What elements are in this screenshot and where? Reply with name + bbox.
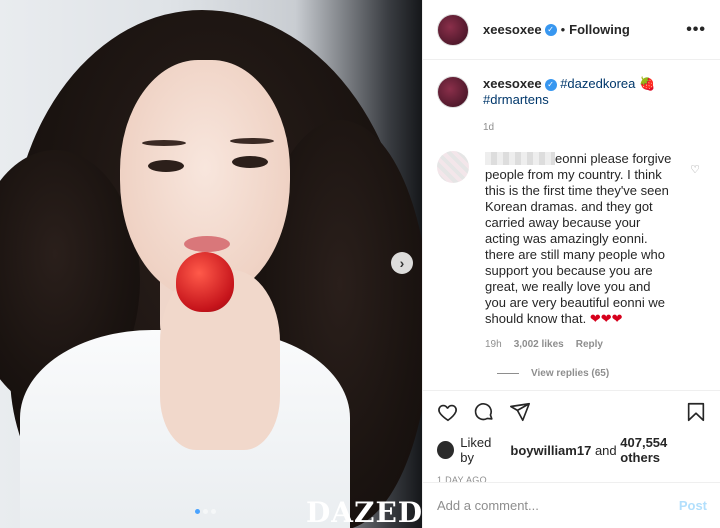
more-options-icon[interactable]: ••• xyxy=(686,21,706,39)
save-bookmark-icon[interactable] xyxy=(685,401,707,426)
liker-username[interactable]: boywilliam17 xyxy=(510,443,591,458)
caption: xeesoxee ✓ #dazedkorea 🍓 #drmartens xyxy=(437,76,706,108)
comment-input[interactable]: Add a comment... xyxy=(437,498,539,513)
carousel-next-button[interactable]: › xyxy=(391,252,413,274)
like-heart-icon[interactable] xyxy=(437,401,459,426)
hashtag-link[interactable]: #dazedkorea xyxy=(560,76,635,91)
magazine-watermark: DAZED xyxy=(306,496,422,528)
liked-by-prefix: Liked by xyxy=(460,435,492,465)
commenter-username-blurred[interactable] xyxy=(485,152,555,165)
verified-badge-icon: ✓ xyxy=(544,79,557,91)
comment-meta: 19h 3,002 likes Reply xyxy=(485,339,706,350)
action-icons xyxy=(437,401,707,425)
comments-area: xeesoxee ✓ #dazedkorea 🍓 #drmartens 1d eo… xyxy=(423,60,720,379)
caption-text: xeesoxee ✓ #dazedkorea 🍓 #drmartens xyxy=(483,76,655,108)
comment-bubble-icon[interactable] xyxy=(473,401,495,426)
share-paper-plane-icon[interactable] xyxy=(509,401,531,426)
caption-author-avatar[interactable] xyxy=(437,76,469,108)
verified-badge-icon: ✓ xyxy=(544,23,557,36)
photo-eye xyxy=(148,160,184,172)
replies-divider xyxy=(497,373,519,374)
post-header: xeesoxee ✓ • Following ••• xyxy=(423,0,720,60)
caption-author-username[interactable]: xeesoxee xyxy=(483,76,542,91)
view-replies-button[interactable]: View replies (65) xyxy=(497,368,706,379)
comment-time[interactable]: 19h xyxy=(485,339,502,350)
commenter-avatar-blurred[interactable] xyxy=(437,151,469,183)
heart-emojis: ❤❤❤ xyxy=(589,311,623,326)
carousel-dot xyxy=(195,509,200,514)
header-separator: • xyxy=(560,22,566,37)
liker-avatar[interactable] xyxy=(437,441,455,459)
comment-text: eonni please forgive people from my coun… xyxy=(485,151,675,327)
photo-lips xyxy=(184,236,230,252)
liked-by: Liked by boywilliam17 and 407,554 others xyxy=(437,435,707,465)
comment: eonni please forgive people from my coun… xyxy=(437,151,706,327)
post-comment-button[interactable]: Post xyxy=(679,498,707,513)
post-sidebar: xeesoxee ✓ • Following ••• xeesoxee ✓ #da… xyxy=(422,0,720,528)
following-button[interactable]: Following xyxy=(569,22,630,37)
photo-brow xyxy=(230,138,274,144)
comment-composer: Add a comment... Post xyxy=(423,482,720,528)
post-actions: Liked by boywilliam17 and 407,554 others… xyxy=(423,390,720,485)
instagram-post-modal: › DAZED xeesoxee ✓ • Following ••• xeeso… xyxy=(0,0,720,528)
likes-count-link[interactable]: 407,554 others xyxy=(620,435,707,465)
caption-emoji: 🍓 xyxy=(638,76,656,91)
photo-strawberry xyxy=(176,252,234,312)
comment-like-heart-icon[interactable]: ♡ xyxy=(690,163,700,176)
author-username[interactable]: xeesoxee xyxy=(483,22,542,37)
photo-brow xyxy=(142,140,186,146)
liked-by-and: and xyxy=(594,442,617,458)
chevron-right-icon: › xyxy=(399,255,405,271)
comment-body: eonni please forgive people from my coun… xyxy=(485,151,672,326)
reply-button[interactable]: Reply xyxy=(576,339,603,350)
author-avatar[interactable] xyxy=(437,13,469,46)
carousel-dot xyxy=(203,509,208,514)
photo-eye xyxy=(232,156,268,168)
hashtag-link[interactable]: #drmartens xyxy=(483,92,549,107)
post-photo: › DAZED xyxy=(0,0,422,528)
view-replies-label: View replies (65) xyxy=(531,368,610,379)
carousel-dot xyxy=(211,509,216,514)
comment-likes[interactable]: 3,002 likes xyxy=(514,339,564,350)
caption-timestamp[interactable]: 1d xyxy=(483,122,706,133)
carousel-indicator xyxy=(195,509,216,514)
